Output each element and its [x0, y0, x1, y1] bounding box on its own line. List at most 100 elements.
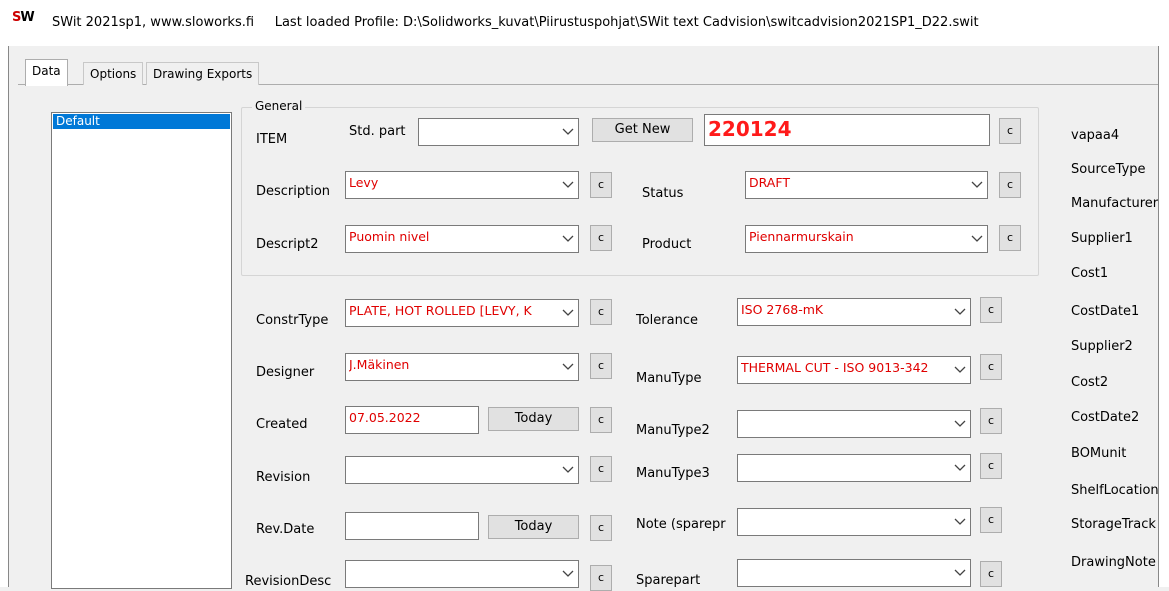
- descript2-combo[interactable]: Puomin nivel: [345, 225, 579, 253]
- sparepart-combo[interactable]: [737, 559, 971, 587]
- created-clear-button[interactable]: c: [590, 407, 612, 433]
- descript2-label: Descript2: [256, 237, 319, 252]
- status-combo[interactable]: DRAFT: [745, 171, 988, 199]
- manutype3-label: ManuType3: [636, 466, 710, 481]
- revdate-field[interactable]: [345, 512, 479, 540]
- note-sparepart-clear-button[interactable]: c: [980, 507, 1002, 533]
- tolerance-clear-button[interactable]: c: [980, 297, 1002, 323]
- app-logo-icon: SW: [12, 10, 35, 25]
- chevron-down-icon: [562, 181, 574, 188]
- tolerance-label: Tolerance: [636, 313, 698, 328]
- description-combo[interactable]: Levy: [345, 171, 579, 199]
- tolerance-value: ISO 2768-mK: [741, 302, 824, 317]
- manutype-clear-button[interactable]: c: [980, 354, 1002, 380]
- profile-list[interactable]: Default: [51, 112, 232, 589]
- chevron-down-icon: [971, 235, 983, 242]
- chevron-down-icon: [954, 464, 966, 471]
- revdate-today-button[interactable]: Today: [488, 515, 579, 539]
- created-today-button[interactable]: Today: [488, 407, 579, 431]
- manufacturer-label: Manufacturer: [1071, 196, 1159, 211]
- vapaa4-label: vapaa4: [1071, 128, 1120, 143]
- status-value: DRAFT: [749, 175, 790, 190]
- bomunit-label: BOMunit: [1071, 446, 1127, 461]
- cost1-label: Cost1: [1071, 266, 1109, 281]
- manutype2-clear-button[interactable]: c: [980, 408, 1002, 434]
- chevron-down-icon: [954, 308, 966, 315]
- supplier1-label: Supplier1: [1071, 231, 1133, 246]
- revision-combo[interactable]: [345, 456, 579, 484]
- designer-clear-button[interactable]: c: [590, 353, 612, 379]
- get-new-button[interactable]: Get New: [592, 118, 693, 142]
- note-sparepart-combo[interactable]: [737, 508, 971, 536]
- tab-options[interactable]: Options: [83, 62, 144, 85]
- manutype3-combo[interactable]: [737, 454, 971, 482]
- app-title: SWit 2021sp1, www.sloworks.fi: [52, 15, 255, 30]
- title-bar: SW SWit 2021sp1, www.sloworks.fi Last lo…: [0, 0, 1169, 46]
- constrtype-clear-button[interactable]: c: [590, 299, 612, 325]
- supplier2-label: Supplier2: [1071, 339, 1133, 354]
- designer-combo[interactable]: J.Mäkinen: [345, 353, 579, 381]
- item-clear-button[interactable]: c: [999, 118, 1021, 144]
- designer-label: Designer: [256, 365, 315, 380]
- designer-value: J.Mäkinen: [349, 357, 410, 372]
- revision-label: Revision: [256, 470, 311, 485]
- item-label: ITEM: [256, 132, 288, 147]
- manutype-combo[interactable]: THERMAL CUT - ISO 9013-342: [737, 356, 971, 384]
- shelflocation-label: ShelfLocation: [1071, 483, 1159, 498]
- std-part-label: Std. part: [349, 124, 406, 139]
- chevron-down-icon: [562, 128, 574, 135]
- chevron-down-icon: [562, 235, 574, 242]
- profile-item-default[interactable]: Default: [53, 114, 230, 129]
- status-label: Status: [642, 186, 684, 201]
- manutype3-clear-button[interactable]: c: [980, 453, 1002, 479]
- window-frame-left: [0, 46, 9, 587]
- chevron-down-icon: [562, 309, 574, 316]
- chevron-down-icon: [954, 518, 966, 525]
- constrtype-label: ConstrType: [256, 313, 329, 328]
- revdate-clear-button[interactable]: c: [590, 515, 612, 541]
- created-value: 07.05.2022: [349, 410, 421, 425]
- status-clear-button[interactable]: c: [999, 172, 1021, 198]
- revisiondesc-clear-button[interactable]: c: [590, 565, 612, 591]
- manutype2-combo[interactable]: [737, 410, 971, 438]
- sourcetype-label: SourceType: [1071, 162, 1146, 177]
- manutype-value: THERMAL CUT - ISO 9013-342: [741, 360, 929, 375]
- manutype-label: ManuType: [636, 371, 702, 386]
- revision-clear-button[interactable]: c: [590, 456, 612, 482]
- description-value: Levy: [349, 175, 379, 190]
- profile-path: Last loaded Profile: D:\Solidworks_kuvat…: [274, 15, 979, 30]
- item-number-value: 220124: [708, 117, 792, 141]
- std-part-combo[interactable]: [418, 118, 579, 146]
- drawingnote-label: DrawingNote: [1071, 555, 1156, 570]
- descript2-value: Puomin nivel: [349, 229, 430, 244]
- tab-drawing-exports[interactable]: Drawing Exports: [146, 62, 260, 85]
- product-clear-button[interactable]: c: [999, 225, 1021, 251]
- costdate1-label: CostDate1: [1071, 304, 1140, 319]
- constrtype-combo[interactable]: PLATE, HOT ROLLED [LEVY, K: [345, 299, 579, 327]
- product-label: Product: [642, 237, 692, 252]
- descript2-clear-button[interactable]: c: [590, 225, 612, 251]
- created-label: Created: [256, 417, 308, 432]
- window-title: SWit 2021sp1, www.sloworks.fi Last loade…: [52, 15, 979, 30]
- revisiondesc-combo[interactable]: [345, 560, 579, 588]
- product-value: Piennarmurskain: [749, 229, 854, 244]
- cost2-label: Cost2: [1071, 375, 1109, 390]
- chevron-down-icon: [562, 363, 574, 370]
- chevron-down-icon: [954, 420, 966, 427]
- description-label: Description: [256, 184, 331, 199]
- revdate-label: Rev.Date: [256, 522, 315, 537]
- tab-data[interactable]: Data: [25, 59, 68, 86]
- item-number-field[interactable]: 220124: [704, 114, 990, 146]
- general-group-label: General: [252, 99, 306, 113]
- description-clear-button[interactable]: c: [590, 172, 612, 198]
- sparepart-label: Sparepart: [636, 573, 701, 588]
- created-field[interactable]: 07.05.2022: [345, 406, 479, 434]
- window-frame-right: [1158, 46, 1169, 587]
- product-combo[interactable]: Piennarmurskain: [745, 225, 988, 253]
- storagetrack-label: StorageTrack: [1071, 517, 1156, 532]
- tolerance-combo[interactable]: ISO 2768-mK: [737, 298, 971, 326]
- chevron-down-icon: [971, 181, 983, 188]
- manutype2-label: ManuType2: [636, 423, 710, 438]
- sparepart-clear-button[interactable]: c: [980, 561, 1002, 587]
- chevron-down-icon: [954, 569, 966, 576]
